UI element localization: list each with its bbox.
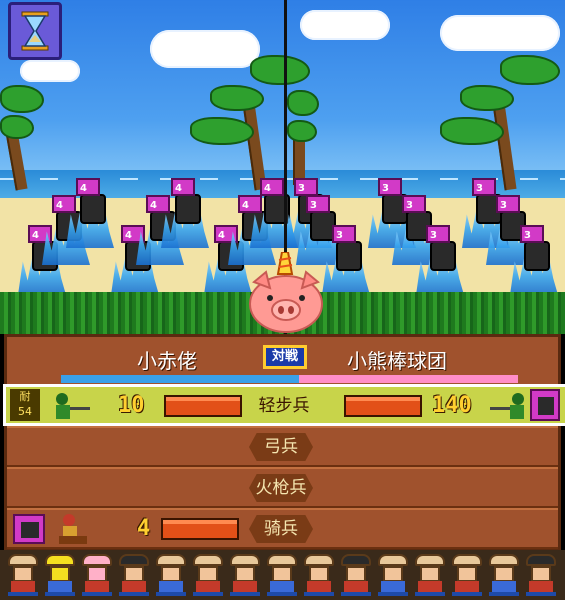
roster-portrait[interactable] <box>8 554 38 596</box>
unit-row-light-infantry[interactable]: 耐 54 10 轻步兵 140 <box>3 384 565 426</box>
unit-row-cavalry[interactable]: 4 骑兵 <box>7 508 558 549</box>
soldier-icon <box>488 391 528 421</box>
right-strength-bar <box>344 395 422 417</box>
roster-portrait[interactable] <box>82 554 112 596</box>
left-count: 4 <box>137 516 151 541</box>
battle-panel: 小赤佬 対戦 小熊棒球团 耐 54 10 轻步兵 140 弓兵 火枪兵 4 骑兵 <box>3 334 565 550</box>
roster-portrait[interactable] <box>156 554 186 596</box>
right-unit: 3 <box>416 225 464 295</box>
pine-tree <box>440 55 560 191</box>
left-health-bar <box>61 375 299 383</box>
right-count: 140 <box>432 393 472 418</box>
right-unit: 3 <box>322 225 370 295</box>
roster-portrait[interactable] <box>193 554 223 596</box>
roster-portrait[interactable] <box>341 554 371 596</box>
teams-header: 小赤佬 対戦 小熊棒球团 <box>7 337 558 385</box>
roster-portrait[interactable] <box>45 554 75 596</box>
right-health-bar <box>299 375 518 383</box>
unit-row-archer[interactable]: 弓兵 <box>7 426 558 467</box>
left-strength-bar <box>164 395 242 417</box>
stamina-label-top: 耐 <box>19 390 31 403</box>
roster-portrait[interactable] <box>230 554 260 596</box>
roster-portrait[interactable] <box>452 554 482 596</box>
unit-type-label: 轻步兵 <box>252 392 316 420</box>
unit-type-label: 弓兵 <box>249 433 313 461</box>
character-roster <box>0 550 565 600</box>
left-count: 10 <box>118 393 145 418</box>
soldier-icon <box>52 391 92 421</box>
cloud <box>20 60 80 82</box>
cavalry-icon <box>55 512 91 546</box>
unit-row-musketeer[interactable]: 火枪兵 <box>7 467 558 508</box>
enemy-unit-icon <box>530 389 560 421</box>
roster-portrait[interactable] <box>267 554 297 596</box>
left-unit: 4 <box>66 178 114 248</box>
right-team-name: 小熊棒球团 <box>347 349 447 373</box>
left-unit: 4 <box>161 178 209 248</box>
pig-mascot-icon <box>248 251 324 334</box>
roster-portrait[interactable] <box>489 554 519 596</box>
roster-portrait[interactable] <box>526 554 556 596</box>
right-unit: 3 <box>510 225 558 295</box>
hourglass-icon[interactable] <box>8 2 62 60</box>
unit-icon <box>13 514 45 544</box>
unit-type-label: 火枪兵 <box>249 474 313 502</box>
stamina-label-bottom: 54 <box>18 405 32 418</box>
roster-portrait[interactable] <box>415 554 445 596</box>
unit-type-label: 骑兵 <box>249 515 313 543</box>
vs-badge: 対戦 <box>263 345 307 369</box>
cloud <box>440 15 560 51</box>
left-strength-bar <box>161 518 239 540</box>
stamina-label: 耐 54 <box>10 389 40 421</box>
roster-portrait[interactable] <box>304 554 334 596</box>
left-team-name: 小赤佬 <box>137 349 197 373</box>
cloud <box>300 10 390 40</box>
roster-portrait[interactable] <box>378 554 408 596</box>
roster-portrait[interactable] <box>119 554 149 596</box>
